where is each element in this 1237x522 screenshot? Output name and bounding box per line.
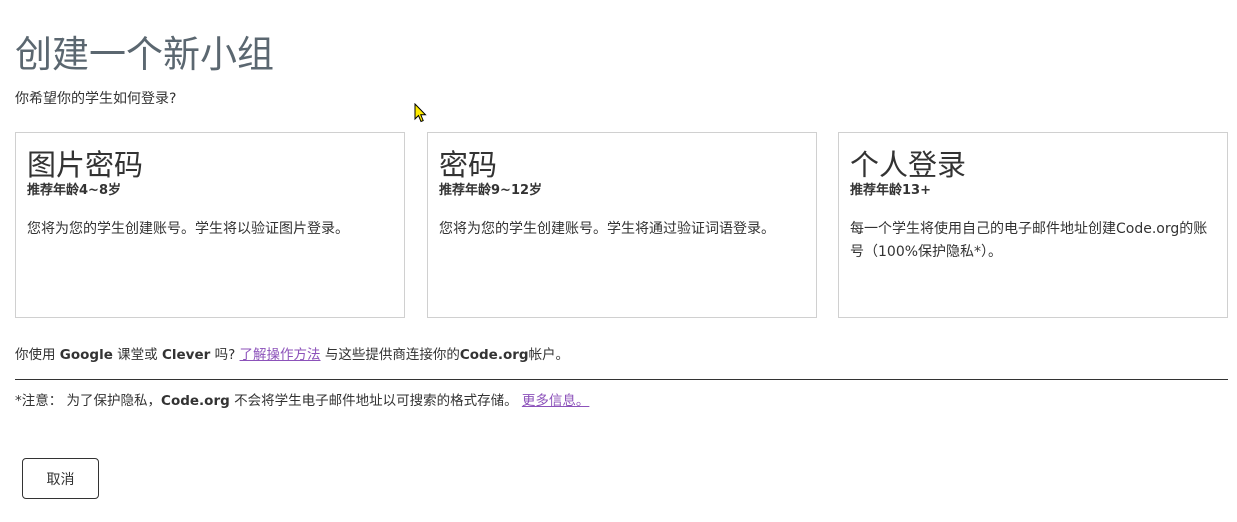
card-age-suffix: 岁 (529, 183, 543, 198)
provider-info: 你使用 Google 课堂或 Clever 吗? 了解操作方法 与这些提供商连接… (15, 345, 569, 365)
card-age: 推荐年龄13+ (850, 182, 931, 200)
provider-text: 帐户。 (528, 347, 570, 363)
google-label: Google (59, 347, 113, 363)
card-description: 您将为您的学生创建账号。学生将以验证图片登录。 (27, 221, 349, 237)
provider-text: 课堂或 (112, 347, 162, 363)
note-text: 不会将学生电子邮件地址以可搜索的格式存储。 (229, 393, 522, 409)
card-age-prefix: 推荐年龄 (439, 183, 492, 198)
card-description: 每一个学生将使用自己的电子邮件地址创建Code.org的账号（100%保护隐私*… (850, 221, 1208, 260)
card-age-suffix: 岁 (108, 183, 122, 198)
clever-label: Clever (161, 347, 211, 363)
learn-how-link[interactable]: 了解操作方法 (240, 347, 321, 363)
privacy-note: *注意： 为了保护隐私，Code.org 不会将学生电子邮件地址以可搜索的格式存… (15, 391, 589, 411)
page-title: 创建一个新小组 (15, 33, 274, 76)
note-text: *注意： 为了保护隐私， (15, 393, 162, 409)
login-type-cards: 图片密码 推荐年龄4~8岁 您将为您的学生创建账号。学生将以验证图片登录。 密码… (15, 132, 1228, 320)
card-title: 个人登录 (850, 148, 967, 182)
card-age: 推荐年龄9~12岁 (439, 182, 542, 200)
card-title: 图片密码 (27, 148, 144, 182)
card-age-value: 13+ (902, 183, 931, 198)
cancel-button[interactable]: 取消 (22, 458, 99, 499)
codeorg-label: Code.org (161, 393, 230, 409)
card-age-value: 9~12 (491, 183, 530, 198)
login-type-card-word[interactable]: 密码 推荐年龄9~12岁 您将为您的学生创建账号。学生将通过验证词语登录。 (427, 132, 817, 318)
more-info-link[interactable]: 更多信息。 (522, 393, 590, 409)
codeorg-label: Code.org (459, 347, 529, 363)
divider (15, 379, 1228, 380)
card-age: 推荐年龄4~8岁 (27, 182, 121, 200)
provider-text: 你使用 (15, 347, 60, 363)
provider-text: 吗? (210, 347, 240, 363)
login-type-card-picture[interactable]: 图片密码 推荐年龄4~8岁 您将为您的学生创建账号。学生将以验证图片登录。 (15, 132, 405, 318)
card-description: 您将为您的学生创建账号。学生将通过验证词语登录。 (439, 221, 775, 237)
login-type-card-email[interactable]: 个人登录 推荐年龄13+ 每一个学生将使用自己的电子邮件地址创建Code.org… (838, 132, 1228, 318)
mouse-cursor-icon (414, 103, 427, 123)
card-title: 密码 (439, 148, 498, 182)
card-age-prefix: 推荐年龄 (850, 183, 903, 198)
provider-text: 与这些提供商连接你的 (320, 347, 460, 363)
card-age-prefix: 推荐年龄 (27, 183, 80, 198)
page-subtitle: 你希望你的学生如何登录? (15, 91, 177, 107)
card-age-value: 4~8 (79, 183, 108, 198)
